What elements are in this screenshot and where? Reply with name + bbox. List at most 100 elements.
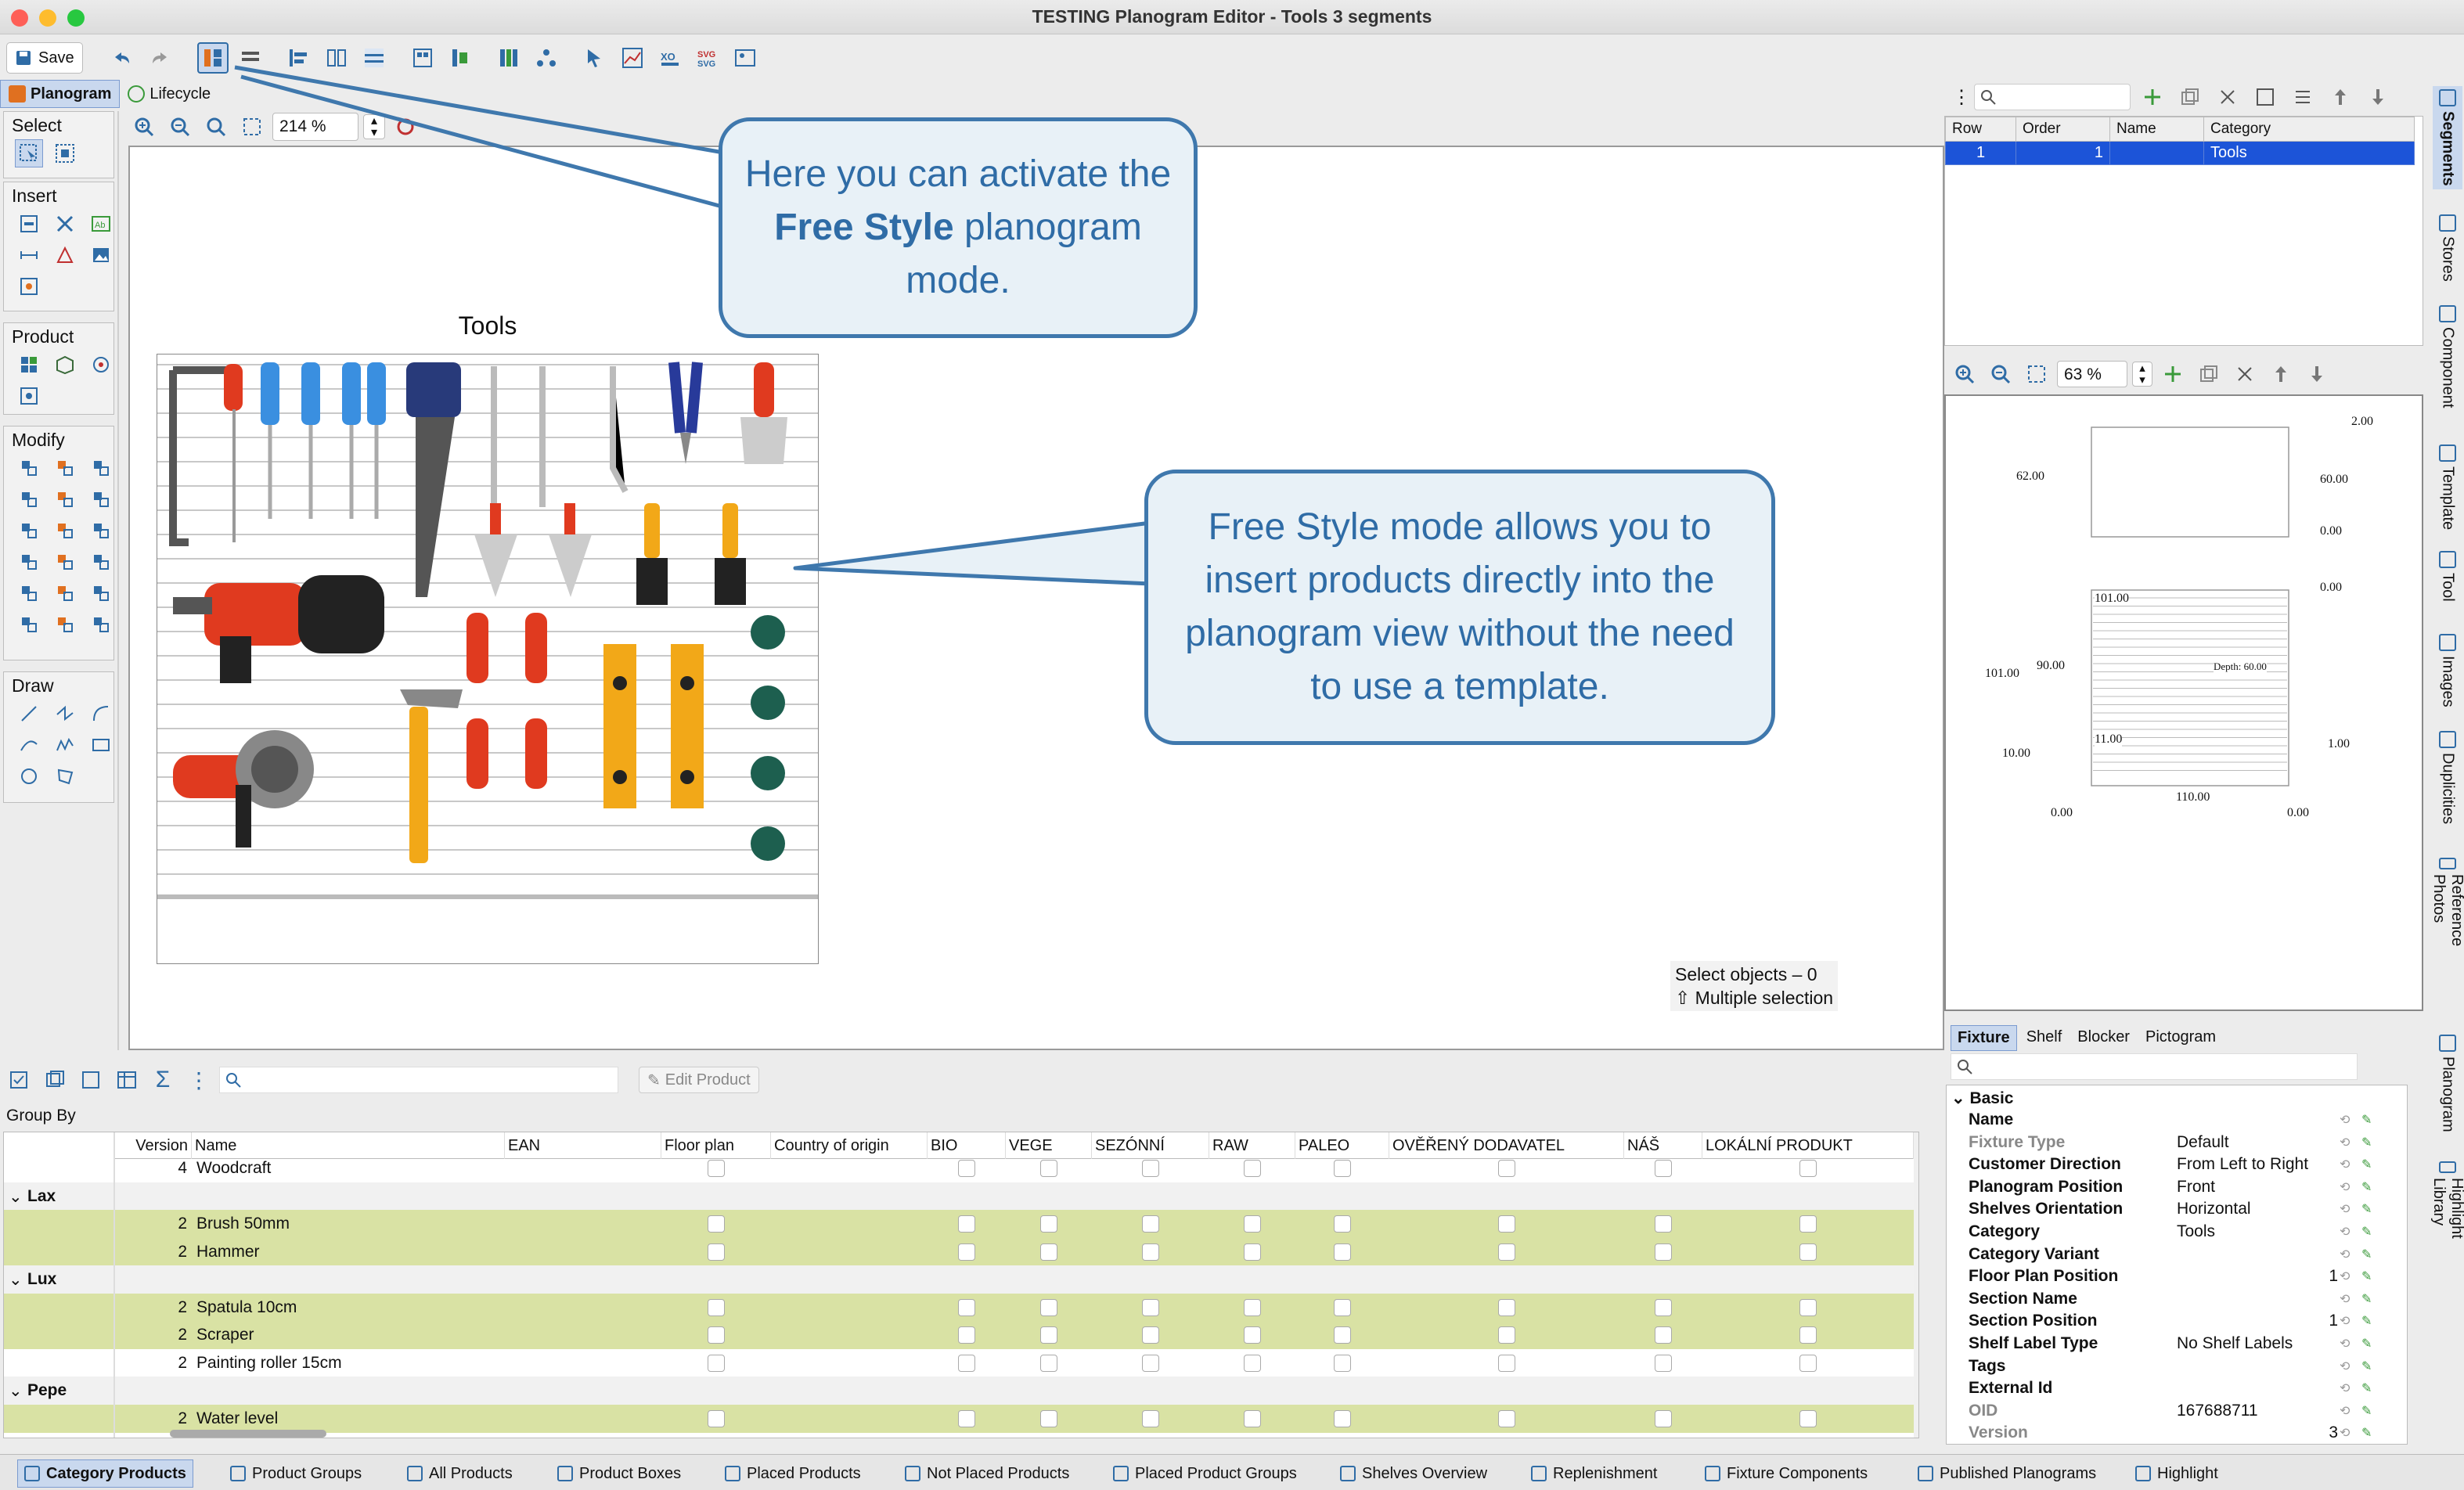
check-all-icon[interactable] <box>3 1064 34 1096</box>
product-flag-checkbox[interactable] <box>1655 1354 1672 1372</box>
product-flag-checkbox[interactable] <box>1244 1160 1261 1177</box>
preview-up-icon[interactable] <box>2265 358 2296 390</box>
product-flag-checkbox[interactable] <box>958 1215 975 1233</box>
property-row[interactable]: OID 167688711 ⟲ ✎ <box>1947 1402 2407 1424</box>
tab-fixture[interactable]: Fixture <box>1951 1025 2017 1051</box>
property-row[interactable]: Version 3 ⟲ ✎ <box>1947 1423 2407 1446</box>
more-options-products-icon[interactable]: ⋮ <box>183 1064 214 1096</box>
reset-icon[interactable]: ⟲ <box>2340 1179 2350 1195</box>
side-tab-reference-photos[interactable]: Reference Photos <box>2430 855 2464 955</box>
tab-blocker[interactable]: Blocker <box>2071 1025 2136 1051</box>
product-row[interactable]: 4 Woodcraft <box>4 1154 1914 1182</box>
product-flag-checkbox[interactable] <box>1040 1326 1057 1344</box>
product-flag-checkbox[interactable] <box>1498 1215 1515 1233</box>
product-flag-checkbox[interactable] <box>1655 1409 1672 1427</box>
pin-icon[interactable]: ✎ <box>2361 1269 2372 1284</box>
reset-icon[interactable]: ⟲ <box>2340 1247 2350 1262</box>
bottom-tab-placed-products[interactable]: Placed Products <box>719 1459 867 1488</box>
product-flag-checkbox[interactable] <box>958 1160 975 1177</box>
product-flag-checkbox[interactable] <box>1040 1298 1057 1316</box>
pin-icon[interactable]: ✎ <box>2361 1291 2372 1307</box>
table-horizontal-scrollbar[interactable] <box>170 1430 326 1438</box>
product-row[interactable]: 2 Brush 50mm <box>4 1210 1914 1238</box>
product-flag-checkbox[interactable] <box>1142 1298 1159 1316</box>
pin-icon[interactable]: ✎ <box>2361 1135 2372 1150</box>
product-flag-checkbox[interactable] <box>1244 1354 1261 1372</box>
delete-segment-icon[interactable] <box>2212 81 2243 113</box>
preview-add-icon[interactable] <box>2157 358 2188 390</box>
property-row[interactable]: Floor Plan Position 1 ⟲ ✎ <box>1947 1267 2407 1290</box>
bottom-tab-shelves-overview[interactable]: Shelves Overview <box>1334 1459 1493 1488</box>
product-flag-checkbox[interactable] <box>1655 1243 1672 1261</box>
side-tab-planogram[interactable]: Planogram <box>2433 1031 2462 1135</box>
add-segment-icon[interactable] <box>2137 81 2168 113</box>
product-flag-checkbox[interactable] <box>1799 1215 1817 1233</box>
product-flag-checkbox[interactable] <box>1334 1354 1351 1372</box>
product-flag-checkbox[interactable] <box>1244 1298 1261 1316</box>
property-row[interactable]: Category Variant ⟲ ✎ <box>1947 1245 2407 1268</box>
preview-zoom-field[interactable]: 63 % <box>2057 361 2127 387</box>
side-tab-highlight-library[interactable]: Highlight Library <box>2430 1158 2464 1247</box>
copy-segment-icon[interactable] <box>2174 81 2206 113</box>
product-flag-checkbox[interactable] <box>958 1243 975 1261</box>
group-row[interactable]: ⌄ Lax <box>4 1182 1914 1211</box>
product-row[interactable]: 2 Painting roller 15cm <box>4 1349 1914 1377</box>
product-flag-checkbox[interactable] <box>1498 1243 1515 1261</box>
property-row[interactable]: Shelves Orientation Horizontal ⟲ ✎ <box>1947 1200 2407 1222</box>
pin-icon[interactable]: ✎ <box>2361 1336 2372 1351</box>
product-flag-checkbox[interactable] <box>1655 1160 1672 1177</box>
product-flag-checkbox[interactable] <box>1142 1409 1159 1427</box>
property-row[interactable]: Name ⟲ ✎ <box>1947 1110 2407 1133</box>
pin-icon[interactable]: ✎ <box>2361 1157 2372 1172</box>
reset-icon[interactable]: ⟲ <box>2340 1201 2350 1217</box>
reset-icon[interactable]: ⟲ <box>2340 1157 2350 1172</box>
side-tab-segments[interactable]: Segments <box>2433 86 2462 189</box>
segment-search-input[interactable] <box>1974 84 2131 110</box>
product-flag-checkbox[interactable] <box>1655 1298 1672 1316</box>
pin-icon[interactable]: ✎ <box>2361 1359 2372 1374</box>
side-tab-stores[interactable]: Stores <box>2433 211 2462 285</box>
property-row[interactable]: Tags ⟲ ✎ <box>1947 1357 2407 1380</box>
product-flag-checkbox[interactable] <box>1799 1409 1817 1427</box>
reset-icon[interactable]: ⟲ <box>2340 1224 2350 1240</box>
product-flag-checkbox[interactable] <box>708 1409 725 1427</box>
more-options-icon[interactable]: ⋮ <box>1952 86 1971 109</box>
move-up-icon[interactable] <box>2325 81 2356 113</box>
group-row[interactable]: ⌄ Pepe <box>4 1377 1914 1405</box>
property-row[interactable]: Category Tools ⟲ ✎ <box>1947 1222 2407 1245</box>
property-row[interactable]: Planogram Position Front ⟲ ✎ <box>1947 1178 2407 1200</box>
group-row[interactable]: ⌄ Lux <box>4 1265 1914 1294</box>
product-flag-checkbox[interactable] <box>1498 1298 1515 1316</box>
product-row[interactable]: 2 Spatula 10cm <box>4 1293 1914 1322</box>
property-row[interactable]: Section Position 1 ⟲ ✎ <box>1947 1312 2407 1334</box>
reset-icon[interactable]: ⟲ <box>2340 1336 2350 1351</box>
expand-icon[interactable] <box>75 1064 106 1096</box>
product-flag-checkbox[interactable] <box>1799 1326 1817 1344</box>
reset-icon[interactable]: ⟲ <box>2340 1269 2350 1284</box>
pin-icon[interactable]: ✎ <box>2361 1247 2372 1262</box>
reset-icon[interactable]: ⟲ <box>2340 1425 2350 1441</box>
properties-search-input[interactable] <box>1951 1053 2358 1080</box>
product-flag-checkbox[interactable] <box>1142 1160 1159 1177</box>
product-flag-checkbox[interactable] <box>708 1354 725 1372</box>
product-flag-checkbox[interactable] <box>1244 1215 1261 1233</box>
product-flag-checkbox[interactable] <box>1799 1243 1817 1261</box>
product-flag-checkbox[interactable] <box>1655 1215 1672 1233</box>
bottom-tab-replenishment[interactable]: Replenishment <box>1525 1459 1663 1488</box>
tab-shelf[interactable]: Shelf <box>2020 1025 2069 1051</box>
bottom-tab-product-groups[interactable]: Product Groups <box>224 1459 368 1488</box>
move-down-icon[interactable] <box>2362 81 2394 113</box>
product-flag-checkbox[interactable] <box>708 1326 725 1344</box>
collapse-icon[interactable] <box>39 1064 70 1096</box>
properties-section-basic[interactable]: ⌄ Basic <box>1951 1089 2013 1108</box>
property-row[interactable]: Fixture Type Default ⟲ ✎ <box>1947 1133 2407 1156</box>
side-tab-component[interactable]: Component <box>2433 302 2462 411</box>
segment-list-icon[interactable] <box>2287 81 2318 113</box>
product-flag-checkbox[interactable] <box>1142 1243 1159 1261</box>
bottom-tab-product-boxes[interactable]: Product Boxes <box>551 1459 687 1488</box>
product-flag-checkbox[interactable] <box>1799 1354 1817 1372</box>
reset-icon[interactable]: ⟲ <box>2340 1112 2350 1128</box>
edit-product-button[interactable]: ✎ Edit Product <box>639 1067 759 1093</box>
bottom-tab-category-products[interactable]: Category Products <box>17 1459 193 1488</box>
table-vertical-scrollbar[interactable] <box>1914 1132 1918 1438</box>
